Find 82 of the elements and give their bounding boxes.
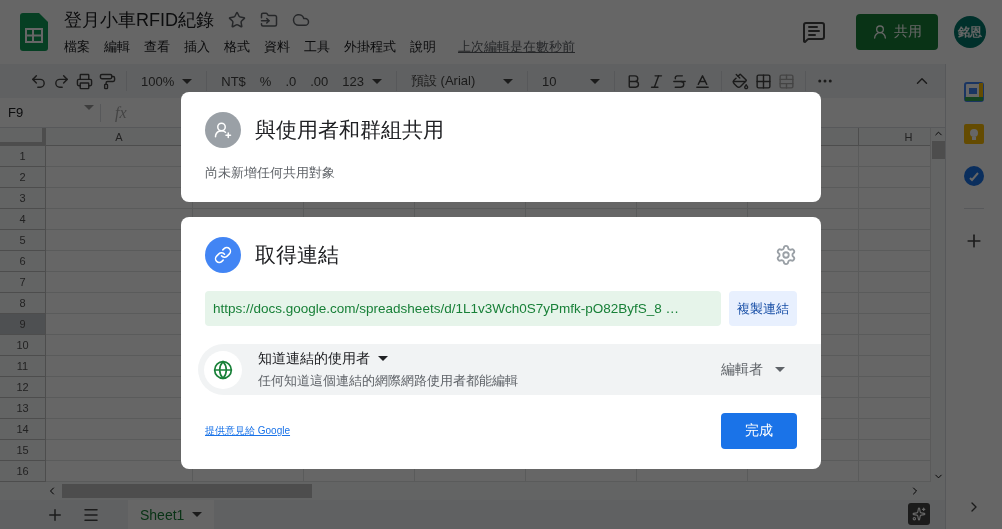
merge-cells-icon[interactable]: [778, 72, 795, 90]
sheet-tab[interactable]: Sheet1: [128, 500, 215, 529]
menu-item[interactable]: 說明: [410, 38, 436, 56]
row-header[interactable]: 16: [0, 461, 46, 482]
menu-item[interactable]: 檔案: [64, 38, 90, 56]
percent-format-button[interactable]: %: [255, 73, 276, 89]
explore-button[interactable]: [908, 503, 930, 525]
decrease-decimal-button[interactable]: .0: [281, 73, 301, 89]
menu-item[interactable]: 查看: [144, 38, 170, 56]
menu-item[interactable]: 格式: [224, 38, 250, 56]
zoom-select[interactable]: 100%: [137, 73, 197, 89]
caret-icon: [590, 78, 600, 84]
increase-decimal-button[interactable]: .00: [306, 73, 333, 89]
currency-format-button[interactable]: NT$: [217, 73, 250, 89]
row-header[interactable]: 14: [0, 419, 46, 440]
row-header[interactable]: 4: [0, 209, 46, 230]
add-person-icon: [205, 112, 241, 148]
name-box[interactable]: F9: [0, 105, 100, 120]
sheets-logo-icon[interactable]: [20, 13, 48, 51]
menu-item[interactable]: 資料: [264, 38, 290, 56]
row-header[interactable]: 2: [0, 167, 46, 188]
move-folder-icon[interactable]: [260, 11, 278, 29]
avatar[interactable]: 銘恩: [954, 16, 986, 48]
copy-link-button[interactable]: 複製連結: [729, 291, 797, 326]
link-url-field[interactable]: https://docs.google.com/spreadsheets/d/1L1v3Wch0S7yPmfk-pO82ByfS_8 …: [205, 291, 721, 326]
row-header[interactable]: 1: [0, 146, 46, 167]
caret-icon: [372, 78, 382, 84]
row-header[interactable]: 12: [0, 377, 46, 398]
done-button[interactable]: 完成: [721, 413, 797, 449]
caret-icon: [182, 78, 193, 84]
row-header[interactable]: 5: [0, 230, 46, 251]
borders-icon[interactable]: [755, 72, 772, 90]
share-button[interactable]: 共用: [856, 14, 938, 50]
link-icon: [205, 237, 241, 273]
card-subtitle: 尚未新增任何共用對象: [205, 164, 336, 182]
number-format-select[interactable]: 123: [338, 73, 386, 89]
menu-item[interactable]: 插入: [184, 38, 210, 56]
caret-icon: [192, 512, 203, 517]
redo-icon[interactable]: [53, 72, 70, 90]
caret-icon: [84, 105, 94, 110]
cloud-icon[interactable]: [292, 11, 310, 29]
undo-icon[interactable]: [30, 72, 47, 90]
row-header[interactable]: 8: [0, 293, 46, 314]
settings-icon[interactable]: [775, 244, 797, 266]
star-icon[interactable]: [228, 11, 246, 29]
calendar-icon[interactable]: [964, 82, 984, 102]
font-select[interactable]: 預設 (Arial): [407, 72, 517, 90]
globe-icon: [204, 350, 242, 389]
row-header[interactable]: 11: [0, 356, 46, 377]
row-header[interactable]: 3: [0, 188, 46, 209]
menu-item[interactable]: 編輯: [104, 38, 130, 56]
scrollbar-thumb[interactable]: [931, 141, 945, 159]
document-title[interactable]: 登月小車RFID紀錄: [64, 8, 214, 32]
strikethrough-icon[interactable]: [671, 72, 688, 90]
font-size-select[interactable]: 10: [538, 73, 604, 89]
menu-item[interactable]: 工具: [304, 38, 330, 56]
caret-icon: [378, 356, 388, 361]
row-header[interactable]: 6: [0, 251, 46, 272]
card-title: 取得連結: [255, 242, 340, 268]
person-icon: [872, 24, 888, 40]
card-title: 與使用者和群組共用: [255, 117, 445, 143]
italic-icon[interactable]: [648, 72, 665, 90]
menu-item[interactable]: 外掛程式: [344, 38, 396, 56]
print-icon[interactable]: [76, 72, 93, 90]
tasks-icon[interactable]: [964, 166, 984, 186]
access-select[interactable]: 知道連結的使用者: [258, 349, 388, 368]
keep-icon[interactable]: [964, 124, 984, 144]
row-header[interactable]: 15: [0, 440, 46, 461]
caret-icon: [775, 367, 785, 372]
paint-format-icon[interactable]: [99, 72, 116, 90]
row-header[interactable]: 7: [0, 272, 46, 293]
row-header[interactable]: 13: [0, 398, 46, 419]
select-all-corner[interactable]: [0, 128, 46, 146]
fill-color-icon[interactable]: [732, 72, 749, 90]
comment-icon[interactable]: [802, 20, 826, 44]
caret-icon: [503, 78, 513, 84]
access-description: 任何知道這個連結的網際網路使用者都能編輯: [258, 371, 519, 390]
row-header[interactable]: 10: [0, 335, 46, 356]
text-color-icon[interactable]: [694, 72, 711, 90]
feedback-link[interactable]: 提供意見給 Google: [205, 424, 291, 438]
role-select[interactable]: 編輯者: [721, 360, 785, 379]
last-edit-link[interactable]: 上次編輯是在數秒前: [458, 38, 575, 56]
